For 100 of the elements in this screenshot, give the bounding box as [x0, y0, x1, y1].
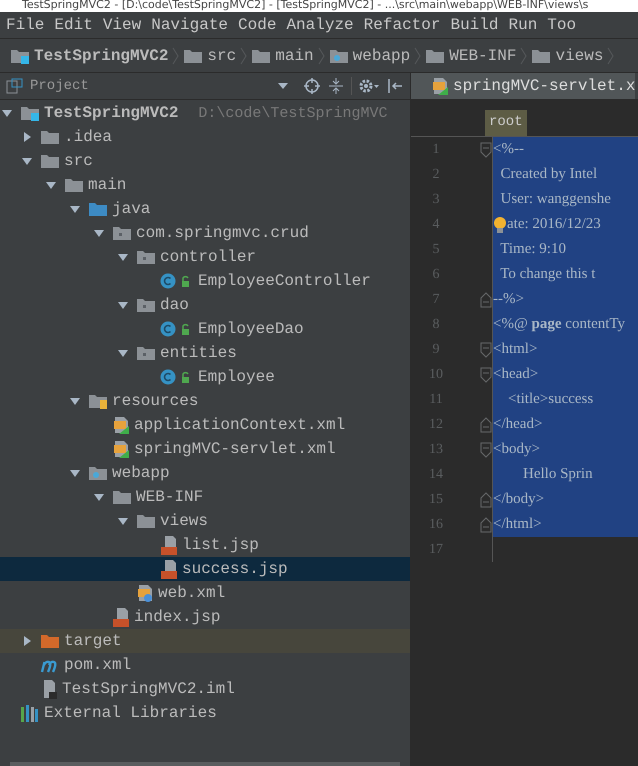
lightbulb-icon[interactable]	[493, 216, 507, 234]
tree-item[interactable]: src	[0, 149, 410, 173]
menu-item[interactable]: Too	[547, 16, 576, 34]
panel-title[interactable]: Project	[30, 78, 89, 94]
xml-file-icon	[136, 584, 154, 602]
breadcrumb-item[interactable]: main	[251, 46, 314, 64]
folder-icon	[88, 201, 108, 217]
tree-item[interactable]: springMVC-servlet.xml	[0, 437, 410, 461]
folder-icon	[136, 513, 156, 529]
fold-end-marker-icon[interactable]	[480, 416, 492, 432]
tree-item[interactable]: EmployeeController	[0, 269, 410, 293]
tree-item[interactable]: WEB-INF	[0, 485, 410, 509]
menu-item[interactable]: Build	[450, 16, 498, 34]
tree-item[interactable]: .idea	[0, 125, 410, 149]
locate-icon[interactable]	[303, 77, 321, 95]
window-title: TestSpringMVC2 - [D:\code\TestSpringMVC2] - [TestSpringMVC2] - ...\src\main\webapp\WEB-INF\views\s	[0, 0, 638, 12]
breadcrumb-label: src	[207, 46, 236, 64]
tree-item[interactable]: list.jsp	[0, 533, 410, 557]
tree-item[interactable]: resources	[0, 389, 410, 413]
fold-end-marker-icon[interactable]	[480, 492, 492, 508]
code-text: ate: 2016/12/23	[507, 216, 601, 233]
xml-file-icon	[112, 440, 130, 458]
folder-icon	[531, 48, 552, 64]
fold-marker-icon[interactable]	[480, 366, 492, 382]
tree-item[interactable]: index.jsp	[0, 605, 410, 629]
xml-file-icon	[112, 416, 130, 434]
folder-icon	[40, 633, 60, 649]
tree-item[interactable]: success.jsp	[0, 557, 410, 581]
fold-end-marker-icon[interactable]	[480, 516, 492, 532]
fold-marker-icon[interactable]	[480, 342, 492, 358]
fold-marker-icon[interactable]	[480, 442, 492, 458]
folder-icon	[136, 297, 156, 313]
code-text: Created by Intel	[500, 166, 598, 183]
breadcrumb-label: webapp	[352, 46, 410, 64]
code-text: <title>success	[507, 391, 594, 408]
chevron-icon	[172, 46, 180, 66]
folder-icon	[112, 225, 132, 241]
menu-item[interactable]: Run	[508, 16, 538, 34]
tree-item[interactable]: java	[0, 197, 410, 221]
menu-item[interactable]: Code	[238, 16, 276, 34]
menu-item[interactable]: Analyze	[286, 16, 354, 34]
collapse-all-icon[interactable]	[327, 77, 345, 95]
chevron-icon	[240, 46, 248, 66]
editor-tab[interactable]: springMVC-servlet.x	[411, 73, 636, 99]
menu-item[interactable]: View	[102, 16, 142, 34]
folder-icon	[88, 393, 108, 409]
tree-item[interactable]: webapp	[0, 461, 410, 485]
tree-item[interactable]: target	[0, 629, 410, 653]
folder-icon	[40, 153, 60, 169]
breadcrumb-item[interactable]: views	[531, 46, 604, 64]
tree-item[interactable]: External Libraries	[0, 701, 410, 725]
code-text: </head>	[493, 416, 542, 433]
code-text: </html>	[493, 516, 542, 533]
tree-item[interactable]: applicationContext.xml	[0, 413, 410, 437]
tree-item[interactable]: EmployeeDao	[0, 317, 410, 341]
tree-item[interactable]: Employee	[0, 365, 410, 389]
dropdown-caret-icon[interactable]	[277, 81, 289, 91]
tree-item[interactable]: TestSpringMVC2.iml	[0, 677, 410, 701]
code-text: --%>	[493, 291, 524, 308]
chevron-icon	[414, 46, 422, 66]
folder-icon	[64, 177, 84, 193]
breadcrumb-item[interactable]: src	[183, 46, 236, 64]
breadcrumb-tag[interactable]: root	[485, 110, 527, 136]
folder-icon	[88, 465, 108, 481]
code-text: To change this t	[499, 266, 596, 283]
tree-item[interactable]: web.xml	[0, 581, 410, 605]
fold-marker-icon[interactable]	[480, 142, 492, 158]
tree-item[interactable]: main	[0, 173, 410, 197]
tree-item[interactable]: TestSpringMVC2 D:\code\TestSpringMVC	[0, 101, 410, 125]
tree-item[interactable]: controller	[0, 245, 410, 269]
breadcrumb-label: WEB-INF	[449, 46, 516, 64]
folder-icon	[20, 105, 40, 121]
menu-item[interactable]: Edit	[54, 16, 93, 34]
tree-item[interactable]: pom.xml	[0, 653, 410, 677]
jsp-file-icon	[160, 559, 178, 579]
hide-panel-icon[interactable]	[386, 77, 404, 95]
jsp-file-icon	[160, 535, 178, 555]
breadcrumb-item[interactable]: webapp	[328, 46, 410, 64]
tree-item[interactable]: views	[0, 509, 410, 533]
menu-item[interactable]: Navigate	[151, 16, 228, 34]
breadcrumb-item[interactable]: TestSpringMVC2	[10, 46, 168, 64]
tree-item[interactable]: entities	[0, 341, 410, 365]
jsp-file-icon	[112, 607, 130, 627]
folder-icon	[425, 48, 446, 64]
fold-end-marker-icon[interactable]	[480, 292, 492, 308]
code-text: <head>	[493, 366, 538, 383]
folder-icon	[251, 48, 272, 64]
tree-item[interactable]: com.springmvc.crud	[0, 221, 410, 245]
menu-item[interactable]: Refactor	[364, 16, 440, 34]
settings-icon[interactable]	[358, 77, 380, 95]
xml-file-icon	[431, 77, 449, 95]
tree-item[interactable]: dao	[0, 293, 410, 317]
folder-icon	[40, 129, 60, 145]
breadcrumb-label: main	[275, 46, 314, 64]
code-text: User: wanggenshe	[500, 191, 611, 208]
libraries-icon	[20, 704, 40, 722]
menu-item[interactable]: File	[6, 16, 44, 34]
code-text: </body>	[493, 491, 544, 508]
breadcrumb-item[interactable]: WEB-INF	[425, 46, 516, 64]
folder-icon	[136, 345, 156, 361]
